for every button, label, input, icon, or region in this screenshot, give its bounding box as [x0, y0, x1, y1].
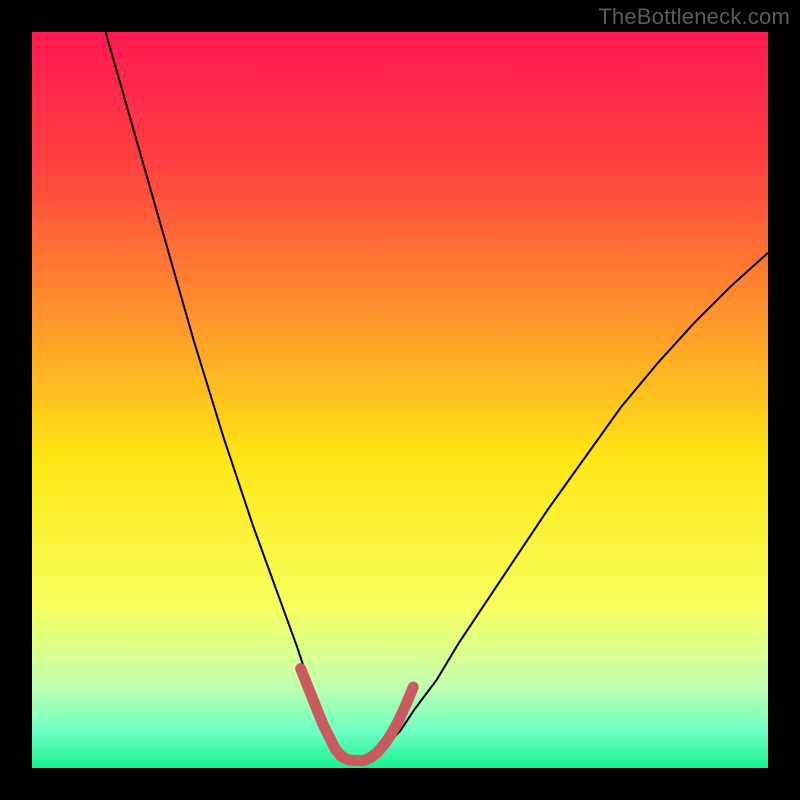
watermark-text: TheBottleneck.com [598, 4, 790, 30]
bottleneck-chart [32, 32, 768, 768]
chart-background [32, 32, 768, 768]
chart-frame: TheBottleneck.com [0, 0, 800, 800]
